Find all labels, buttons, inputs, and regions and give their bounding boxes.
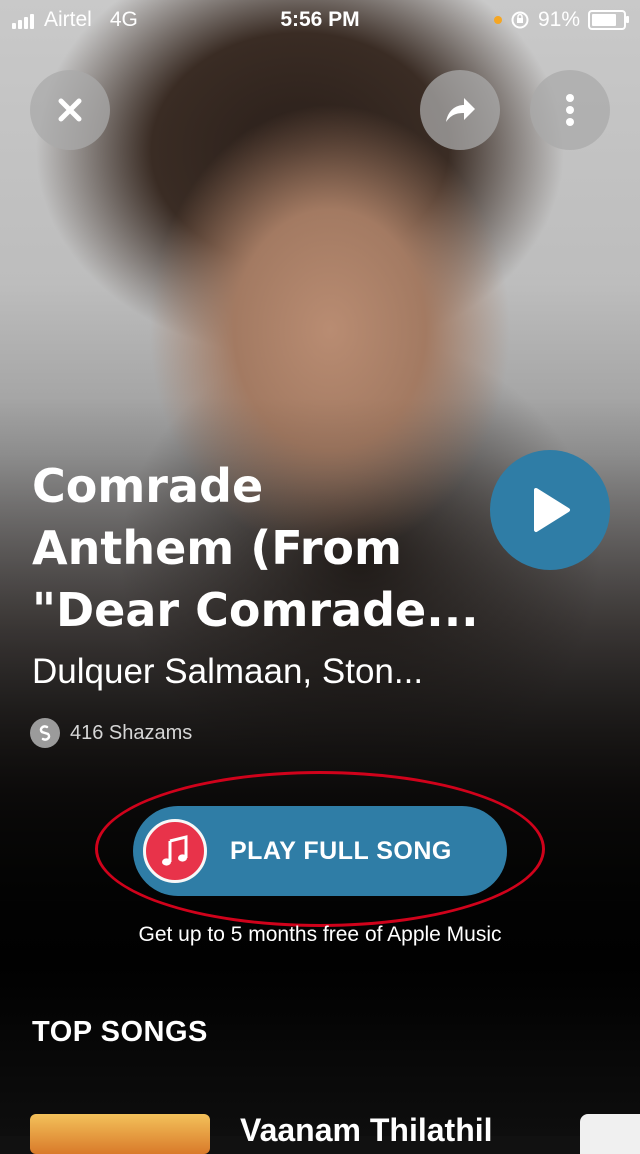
more-vertical-icon xyxy=(566,94,574,126)
play-preview-button[interactable] xyxy=(490,450,610,570)
track-title-line-1: Comrade xyxy=(32,459,264,513)
activity-dot-icon xyxy=(493,16,502,24)
song-artwork[interactable] xyxy=(580,1114,640,1154)
close-icon xyxy=(58,98,82,122)
highlight-annotation xyxy=(95,771,545,927)
battery-icon xyxy=(588,10,629,30)
battery-percentage: 91% xyxy=(537,8,580,31)
artist-name[interactable]: Dulquer Salmaan, Ston... xyxy=(32,650,472,694)
apple-music-promo: Get up to 5 months free of Apple Music xyxy=(138,923,502,946)
status-bar: Airtel 4G 5:56 PM 91% xyxy=(0,0,640,40)
battery-level xyxy=(592,14,616,26)
share-icon xyxy=(446,98,475,122)
track-title-line-2: Anthem (From xyxy=(32,521,402,575)
share-button[interactable] xyxy=(420,70,500,150)
shazam-count-label: 416 Shazams xyxy=(70,721,193,744)
close-button[interactable] xyxy=(30,70,110,150)
shazam-count: 416 Shazams xyxy=(30,718,192,748)
rotation-lock-icon xyxy=(511,11,529,29)
shazam-logo-icon xyxy=(30,718,60,748)
status-right: 91% xyxy=(493,8,629,32)
top-songs-heading: TOP SONGS xyxy=(32,1016,208,1048)
song-title[interactable]: Vaanam Thilathil xyxy=(240,1112,493,1149)
play-icon xyxy=(534,488,570,532)
more-options-button[interactable] xyxy=(530,70,610,150)
track-title: Comrade Anthem (From "Dear Comrade... xyxy=(32,455,482,641)
song-artwork[interactable] xyxy=(30,1114,210,1154)
track-title-line-3: "Dear Comrade... xyxy=(32,583,479,637)
